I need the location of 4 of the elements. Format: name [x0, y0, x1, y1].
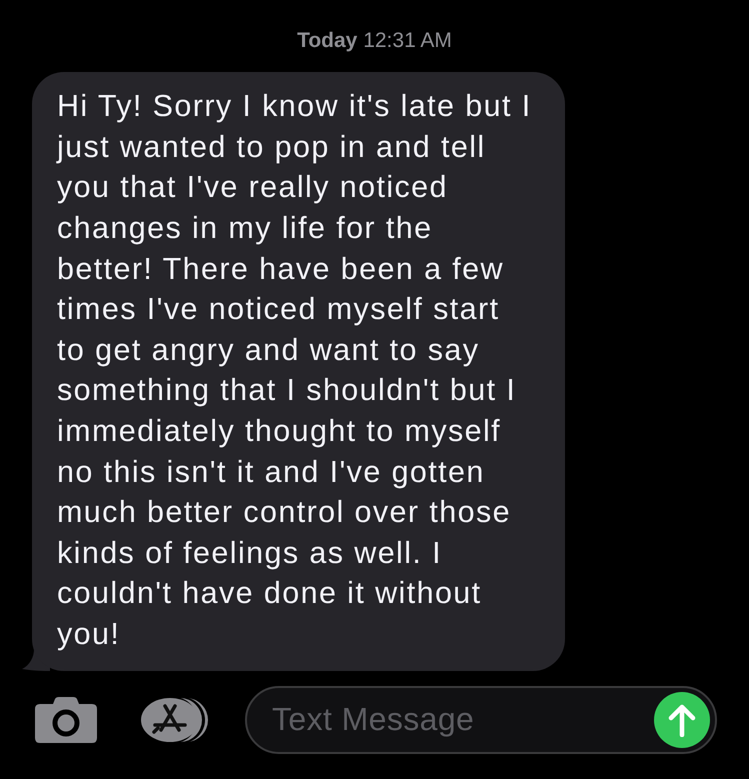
up-arrow-icon: [667, 702, 697, 737]
text-message-field[interactable]: Text Message: [245, 686, 717, 754]
message-timestamp: Today 12:31 AM: [297, 28, 452, 54]
camera-icon[interactable]: [35, 696, 97, 743]
